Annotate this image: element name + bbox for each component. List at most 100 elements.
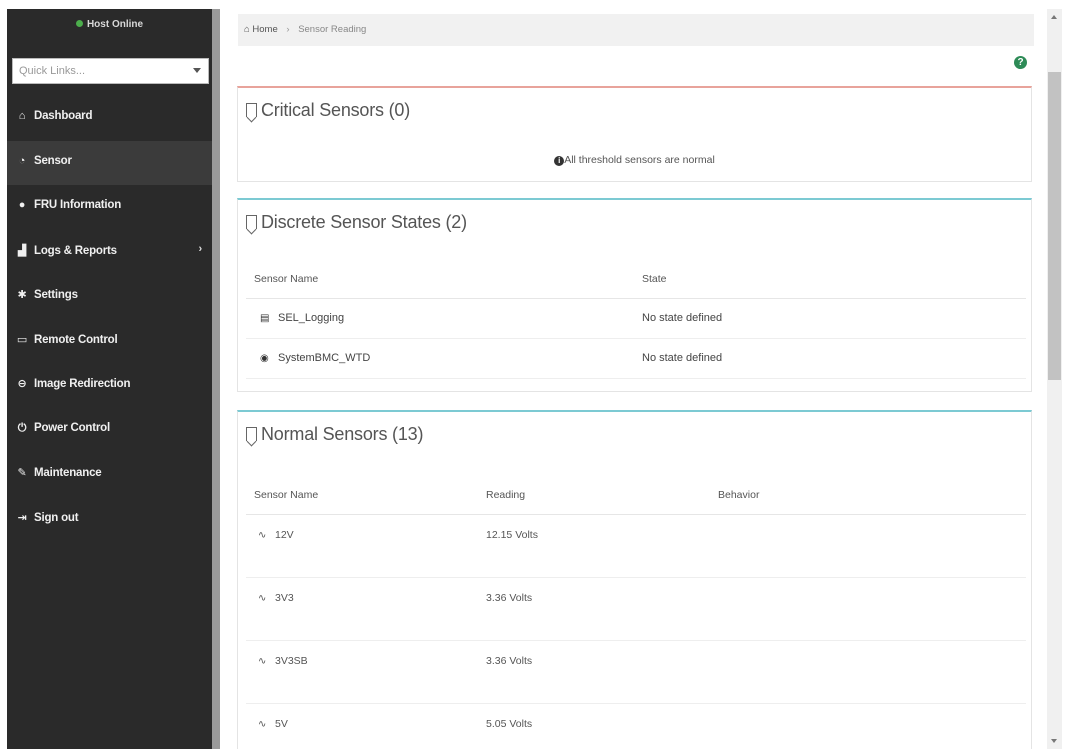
sidebar-item-label: FRU Information <box>34 199 122 211</box>
sidebar-item-settings[interactable]: ✱ Settings <box>7 274 212 319</box>
critical-sensors-message: i All threshold sensors are normal <box>238 154 1031 166</box>
normal-sensors-title: Normal Sensors (13) <box>261 424 424 444</box>
breadcrumb-current: Sensor Reading <box>298 24 367 35</box>
home-icon: ⌂ <box>244 24 250 35</box>
eye-icon: ◉ <box>260 353 269 364</box>
sidebar-item-sign-out[interactable]: ⇥ Sign out <box>7 497 212 542</box>
sidebar-divider <box>212 9 220 749</box>
sensor-name: 3V3SB <box>275 654 308 667</box>
quick-links-select[interactable]: Quick Links... <box>12 58 209 84</box>
sidebar-item-label: Maintenance <box>34 467 102 479</box>
column-header-reading[interactable]: Reading <box>478 476 710 515</box>
bookmark-icon <box>246 103 257 117</box>
breadcrumb: ⌂ Home › Sensor Reading <box>238 14 1034 46</box>
sensor-name: SystemBMC_WTD <box>278 352 371 364</box>
sensor-state: No state defined <box>634 338 1026 379</box>
sensor-name: 3V3 <box>275 591 294 604</box>
discrete-sensors-table: Sensor Name State ▤ SEL_Logging No state … <box>246 260 1026 379</box>
sidebar-item-remote-control[interactable]: ▭ Remote Control <box>7 319 212 364</box>
gear-icon: ✱ <box>17 289 27 301</box>
sidebar-item-label: Sensor <box>34 154 72 167</box>
table-row[interactable]: ∿ 3V3 3.36 Volts <box>246 577 1026 641</box>
sidebar-item-fru-information[interactable]: ● FRU Information <box>7 185 212 230</box>
panel-title: Normal Sensors (13) <box>246 424 423 445</box>
help-icon[interactable]: ? <box>1014 56 1027 69</box>
host-status: Host Online <box>7 9 212 53</box>
breadcrumb-home-link[interactable]: Home <box>252 24 277 35</box>
sensor-reading: 3.36 Volts <box>478 640 710 704</box>
bookmark-icon <box>246 427 257 441</box>
sidebar-item-sensor[interactable]: ◔ Sensor <box>7 140 212 185</box>
info-icon: ● <box>18 199 26 211</box>
sensor-reading: 3.36 Volts <box>478 577 710 641</box>
sensor-name: 5V <box>275 717 288 730</box>
table-row[interactable]: ∿ 12V 12.15 Volts <box>246 514 1026 578</box>
column-header-state[interactable]: State <box>634 260 1026 299</box>
voltage-icon: ∿ <box>258 529 267 541</box>
column-header-behavior[interactable]: Behavior <box>710 476 1026 515</box>
sensor-behavior <box>710 703 1026 749</box>
sensor-state: No state defined <box>634 298 1026 339</box>
sidebar-item-dashboard[interactable]: ⌂ Dashboard <box>7 96 212 141</box>
column-header-sensor-name[interactable]: Sensor Name <box>246 476 478 515</box>
voltage-icon: ∿ <box>258 655 267 667</box>
normal-sensors-table: Sensor Name Reading Behavior ∿ 12V 12.15 … <box>246 476 1026 749</box>
column-header-sensor-name[interactable]: Sensor Name <box>246 260 634 299</box>
normal-sensors-panel: Normal Sensors (13) Sensor Name Reading … <box>237 410 1032 749</box>
sidebar-item-label: Remote Control <box>34 333 118 346</box>
disc-icon: ⊖ <box>17 378 27 390</box>
sensor-name: 12V <box>275 528 294 541</box>
sensor-behavior <box>710 514 1026 578</box>
vertical-scrollbar[interactable] <box>1047 9 1062 749</box>
sidebar-item-image-redirection[interactable]: ⊖ Image Redirection <box>7 363 212 408</box>
table-row[interactable]: ∿ 5V 5.05 Volts <box>246 703 1026 749</box>
sensor-name-cell: ∿ 5V <box>246 703 478 749</box>
sidebar-item-label: Sign out <box>34 511 79 524</box>
sensor-behavior <box>710 577 1026 641</box>
tachometer-icon: ◔ <box>18 154 26 167</box>
sensor-name-cell: ∿ 12V <box>246 514 478 578</box>
critical-sensors-title: Critical Sensors (0) <box>261 100 411 120</box>
table-header-row: Sensor Name State <box>246 260 1026 299</box>
table-row[interactable]: ◉ SystemBMC_WTD No state defined <box>246 338 1026 379</box>
discrete-sensors-title: Discrete Sensor States (2) <box>261 212 467 232</box>
sidebar-item-label: Power Control <box>34 421 110 434</box>
home-icon: ⌂ <box>18 110 26 122</box>
sidebar-item-label: Image Redirection <box>34 378 131 390</box>
log-icon: ▤ <box>260 313 270 324</box>
sensor-name-cell: ∿ 3V3 <box>246 577 478 641</box>
sidebar-item-maintenance[interactable]: ✎ Maintenance <box>7 452 212 497</box>
scroll-up-arrow-icon[interactable] <box>1051 15 1057 19</box>
sensor-behavior <box>710 640 1026 704</box>
discrete-sensor-states-panel: Discrete Sensor States (2) Sensor Name S… <box>237 198 1032 392</box>
sensor-reading: 12.15 Volts <box>478 514 710 578</box>
chevron-right-icon: › <box>198 242 203 255</box>
voltage-icon: ∿ <box>258 718 267 730</box>
wrench-icon: ✎ <box>17 467 27 479</box>
table-row[interactable]: ▤ SEL_Logging No state defined <box>246 298 1026 339</box>
sidebar-item-label: Settings <box>34 289 78 301</box>
monitor-icon: ▭ <box>16 333 28 346</box>
host-status-label: Host Online <box>86 19 144 30</box>
sensor-name: SEL_Logging <box>278 312 345 324</box>
panel-title: Discrete Sensor States (2) <box>246 212 467 233</box>
info-icon: i <box>554 156 565 166</box>
main-content: ⌂ Home › Sensor Reading ? Critical Senso… <box>220 9 1047 749</box>
quick-links-placeholder: Quick Links... <box>19 65 86 77</box>
scrollbar-thumb[interactable] <box>1048 72 1061 380</box>
sensor-name-cell: ∿ 3V3SB <box>246 640 478 704</box>
voltage-icon: ∿ <box>258 592 267 604</box>
chevron-down-icon <box>193 68 201 73</box>
sensor-name-cell: ▤ SEL_Logging <box>246 298 634 339</box>
critical-sensors-panel: Critical Sensors (0) i All threshold sens… <box>237 86 1032 182</box>
scroll-down-arrow-icon[interactable] <box>1051 739 1057 743</box>
table-row[interactable]: ∿ 3V3SB 3.36 Volts <box>246 640 1026 704</box>
critical-message-text: All threshold sensors are normal <box>564 154 715 166</box>
sidebar-item-power-control[interactable]: ⏻ Power Control <box>7 408 212 453</box>
sensor-reading: 5.05 Volts <box>478 703 710 749</box>
sidebar-nav: ⌂ Dashboard ◔ Sensor ● FRU Information ▟ Log… <box>7 96 212 541</box>
sidebar-item-label: Logs & Reports <box>34 244 117 257</box>
sidebar-item-logs-reports[interactable]: ▟ Logs & Reports › <box>7 230 212 275</box>
sidebar-item-label: Dashboard <box>34 110 93 122</box>
bar-chart-icon: ▟ <box>17 244 27 257</box>
